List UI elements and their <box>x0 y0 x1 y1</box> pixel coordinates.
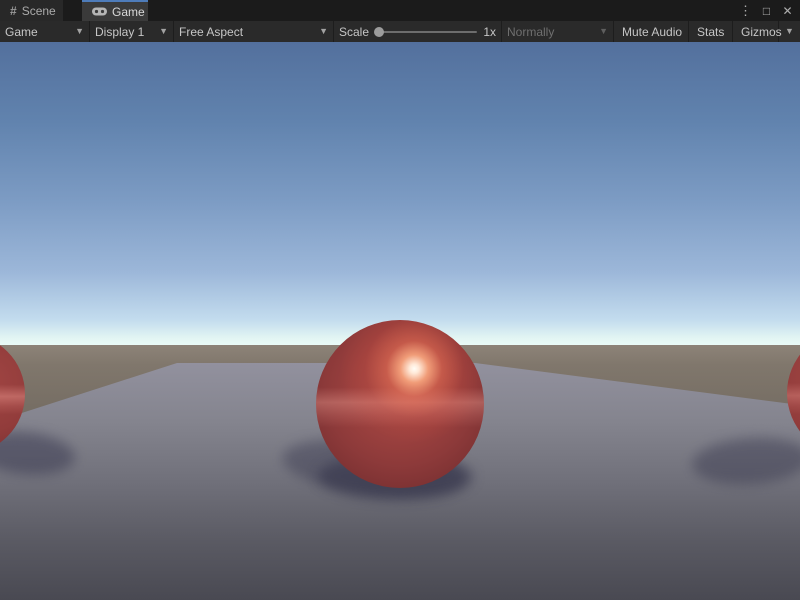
grid-icon: # <box>10 4 17 18</box>
tab-game[interactable]: Game <box>82 0 148 21</box>
chevron-down-icon: ▼ <box>159 27 168 36</box>
scale-slider[interactable] <box>375 31 477 33</box>
gizmos-dropdown-button[interactable]: ▼ <box>779 21 800 42</box>
scale-value: 1x <box>483 25 496 39</box>
view-mode-dropdown[interactable]: Game ▼ <box>0 21 90 42</box>
focus-mode-dropdown[interactable]: Normally ▼ <box>502 21 614 42</box>
scale-slider-knob[interactable] <box>374 27 384 37</box>
tab-game-label: Game <box>112 5 145 19</box>
chevron-down-icon: ▼ <box>785 27 794 36</box>
game-viewport[interactable] <box>0 42 800 600</box>
game-view-toolbar: Game ▼ Display 1 ▼ Free Aspect ▼ Scale 1… <box>0 21 800 42</box>
display-label: Display 1 <box>95 25 144 39</box>
close-button[interactable]: ✕ <box>779 2 796 19</box>
tab-bar: # Scene Game ⋮ □ ✕ <box>0 0 800 21</box>
chevron-down-icon: ▼ <box>319 27 328 36</box>
tab-scene-label: Scene <box>22 4 56 18</box>
chevron-down-icon: ▼ <box>599 27 608 36</box>
red-sphere-center <box>316 320 484 488</box>
gizmos-label: Gizmos <box>741 25 782 39</box>
aspect-ratio-dropdown[interactable]: Free Aspect ▼ <box>174 21 334 42</box>
gamepad-icon <box>92 7 107 16</box>
stats-button[interactable]: Stats <box>689 21 733 42</box>
window-controls: ⋮ □ ✕ <box>737 0 800 21</box>
display-dropdown[interactable]: Display 1 ▼ <box>90 21 174 42</box>
stats-label: Stats <box>697 25 724 39</box>
gizmos-button[interactable]: Gizmos <box>733 21 779 42</box>
view-mode-label: Game <box>5 25 38 39</box>
scale-control: Scale 1x <box>334 21 502 42</box>
mute-audio-button[interactable]: Mute Audio <box>614 21 689 42</box>
aspect-ratio-label: Free Aspect <box>179 25 243 39</box>
chevron-down-icon: ▼ <box>75 27 84 36</box>
focus-mode-label: Normally <box>507 25 554 39</box>
scale-label: Scale <box>339 25 369 39</box>
more-menu-button[interactable]: ⋮ <box>737 2 754 19</box>
maximize-button[interactable]: □ <box>758 2 775 19</box>
unity-game-window: # Scene Game ⋮ □ ✕ Game ▼ Display 1 <box>0 0 800 600</box>
mute-audio-label: Mute Audio <box>622 25 682 39</box>
tab-scene[interactable]: # Scene <box>0 0 63 21</box>
